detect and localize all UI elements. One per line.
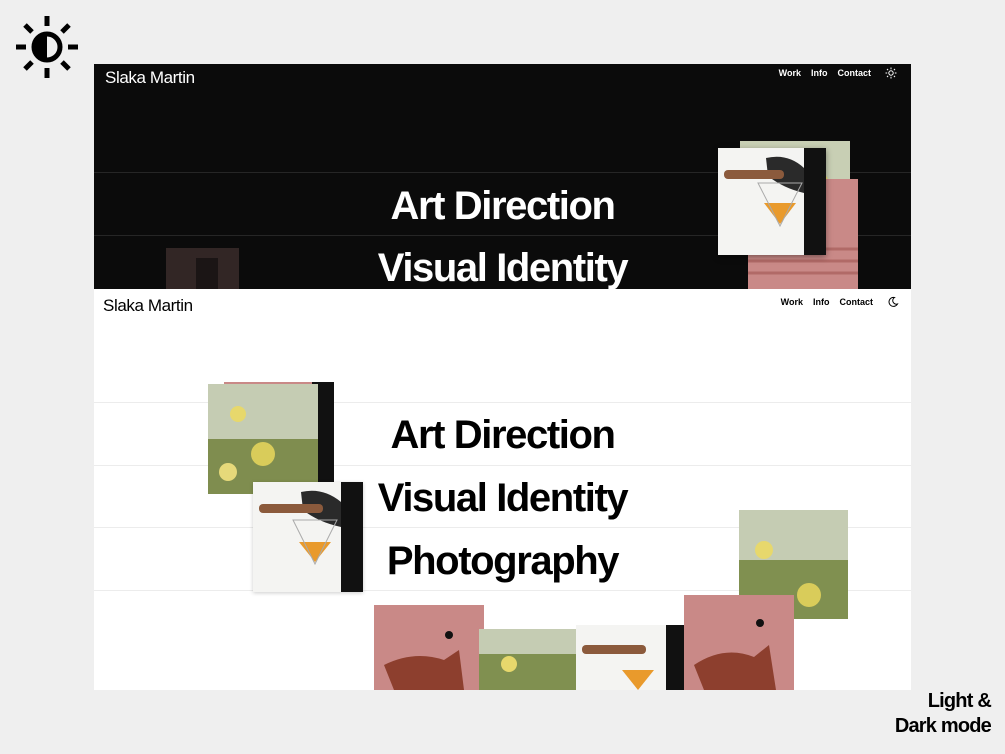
photo-flowers (479, 629, 579, 690)
photo-dancer-pink (684, 595, 794, 690)
theme-toggle-button[interactable] (885, 67, 897, 79)
main-nav: Work Info Contact (781, 296, 899, 308)
moon-icon (888, 296, 899, 307)
nav-info-link[interactable]: Info (811, 68, 828, 78)
theme-toggle-button[interactable] (887, 296, 899, 308)
nav-work-link[interactable]: Work (779, 68, 801, 78)
service-heading[interactable]: Photography (94, 541, 911, 581)
photo-dancer-pink (374, 605, 484, 690)
service-heading[interactable]: Visual Identity (94, 478, 911, 518)
mode-caption: Light & Dark mode (894, 689, 992, 739)
nav-work-link[interactable]: Work (781, 297, 803, 307)
brand-logo[interactable]: Slaka Martin (105, 68, 195, 88)
service-heading[interactable]: Visual Identity (94, 248, 911, 288)
caption-line: Dark mode (894, 715, 992, 737)
main-nav: Work Info Contact (779, 67, 897, 79)
caption-line: Light & (927, 690, 992, 712)
service-heading[interactable]: Art Direction (94, 415, 911, 455)
nav-info-link[interactable]: Info (813, 297, 830, 307)
nav-contact-link[interactable]: Contact (840, 297, 874, 307)
sun-icon (885, 67, 897, 79)
photo-cigar-glass (576, 625, 686, 690)
service-heading[interactable]: Art Direction (94, 186, 911, 226)
nav-contact-link[interactable]: Contact (838, 68, 872, 78)
dark-mode-preview: Slaka Martin Work Info Contact Art Direc… (94, 64, 911, 289)
brand-logo[interactable]: Slaka Martin (103, 296, 193, 316)
contrast-sun-icon (16, 16, 78, 78)
light-mode-preview: Slaka Martin Work Info Contact Art Direc… (94, 289, 911, 690)
